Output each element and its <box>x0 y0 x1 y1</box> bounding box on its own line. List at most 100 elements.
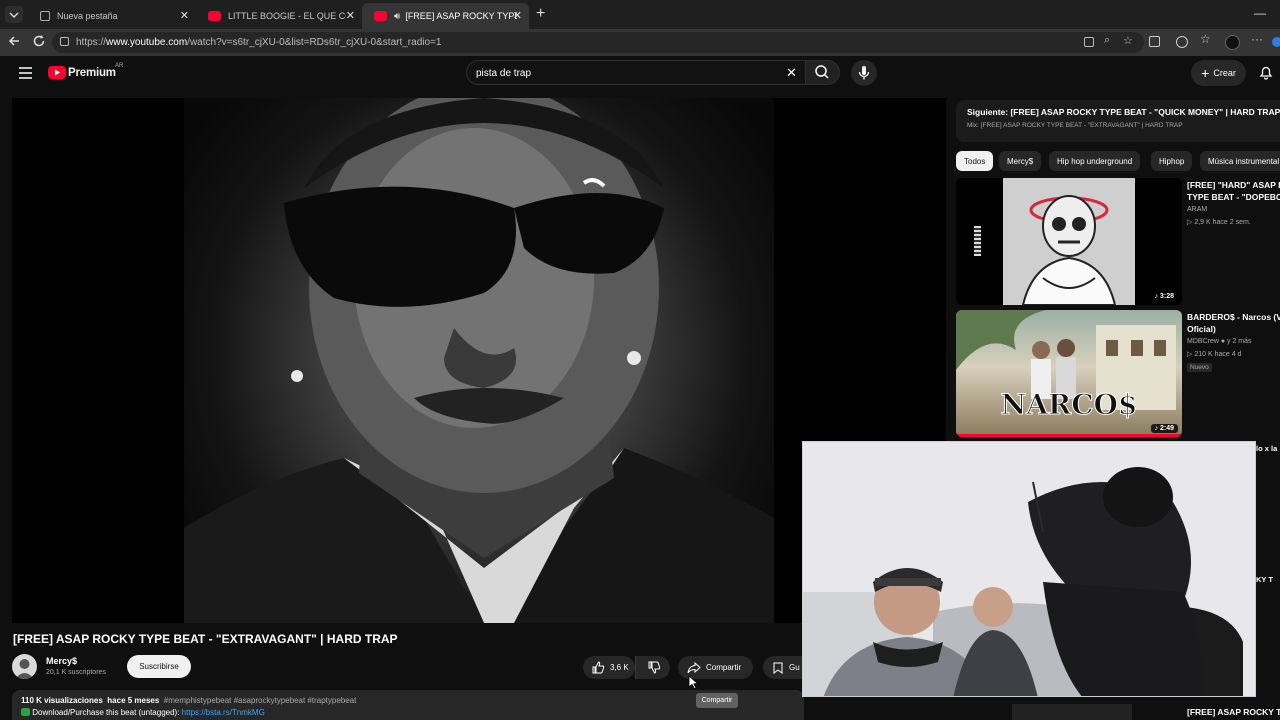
reload-icon[interactable] <box>32 34 46 48</box>
recommended-channel[interactable]: MDBCrew ● y 2 más <box>1187 338 1252 345</box>
search-button[interactable] <box>805 60 840 85</box>
recommended-title-partial[interactable]: [FREE] ASAP ROCKY TY <box>1187 706 1280 718</box>
chip-todos[interactable]: Todos <box>956 151 994 171</box>
video-description[interactable]: 110 K visualizaciones hace 5 meses #memp… <box>12 690 804 720</box>
recommended-title-partial[interactable]: KY T <box>1256 574 1273 586</box>
checkmark-icon <box>21 708 30 716</box>
tab-new-tab[interactable]: Nueva pestaña ✕ <box>28 3 196 29</box>
speaker-icon[interactable]: 🔊︎ <box>394 11 400 22</box>
view-count: 110 K visualizaciones <box>21 696 103 705</box>
thumbs-up-icon <box>592 661 605 674</box>
chip-musica-instrumental[interactable]: Música instrumental <box>1200 151 1280 171</box>
duration-badge: ♪ 3:28 <box>1150 292 1178 301</box>
youtube-icon <box>374 11 387 21</box>
new-badge: Nuevo <box>1187 363 1212 372</box>
search-input[interactable]: pista de trap <box>466 60 805 85</box>
subscriber-count: 20,1 K suscriptores <box>46 669 106 676</box>
like-button[interactable]: 3,6 K <box>583 656 635 679</box>
thumbs-down-icon <box>648 661 661 674</box>
channel-avatar[interactable] <box>12 654 37 679</box>
video-still-portrait <box>184 98 774 623</box>
minimize-icon[interactable]: — <box>1254 6 1266 20</box>
close-icon[interactable]: ✕ <box>513 9 522 22</box>
browser-essentials-icon[interactable] <box>1176 36 1188 48</box>
profile-avatar[interactable] <box>1225 35 1240 50</box>
title-line: TYPE BEAT - "DOPEBOY" <box>1187 192 1280 202</box>
microphone-icon <box>858 66 870 80</box>
video-frame[interactable] <box>184 98 774 623</box>
clear-search-icon[interactable]: ✕ <box>786 65 797 81</box>
download-text: Download/Purchase this beat (untagged): <box>32 708 182 717</box>
description-download-row: Download/Purchase this beat (untagged): … <box>21 708 804 717</box>
chip-mercys[interactable]: Mercy$ <box>999 151 1042 171</box>
recommended-stats: ▷ 210 K hace 4 d <box>1187 351 1242 358</box>
skull-artwork <box>1003 178 1135 305</box>
favorite-star-icon[interactable]: ☆ <box>1123 34 1133 47</box>
channel-name[interactable]: Mercy$ <box>46 656 77 666</box>
recommended-title[interactable]: [FREE] "HARD" ASAP ROCKY TYPE BEAT - "DO… <box>1187 179 1280 203</box>
favorites-icon[interactable]: ☆ <box>1200 32 1211 46</box>
channel-extra: y 2 más <box>1227 338 1252 345</box>
create-label: Crear <box>1213 68 1236 78</box>
logo-text: Premium <box>68 66 116 79</box>
dislike-button[interactable] <box>635 656 670 679</box>
share-tooltip: Compartir <box>696 693 738 708</box>
duration-text: 2:49 <box>1159 425 1174 432</box>
close-icon[interactable]: ✕ <box>346 9 355 22</box>
download-link[interactable]: https://bsta.rs/TnmkMG <box>182 708 265 717</box>
save-button[interactable]: Gu <box>763 656 804 679</box>
region-code: AR <box>115 63 124 69</box>
chip-hip-hop-underground[interactable]: Hip hop underground <box>1049 151 1141 171</box>
webcam-scene <box>803 442 1255 696</box>
browser-toolbar: https://www.youtube.com/watch?v=s6tr_cjX… <box>0 29 1280 56</box>
recommended-thumbnail[interactable]: NARCO$ ♪ 2:49 <box>956 310 1182 437</box>
subscribe-button[interactable]: Suscribirse <box>127 655 191 678</box>
youtube-logo[interactable]: Premium <box>48 66 116 79</box>
tab-title: LITTLE BOOGIE - EL QUE COMPRA <box>228 11 346 21</box>
stats-text: 2,9 K hace 2 sem. <box>1194 219 1251 226</box>
duration-badge: ♪ 2:49 <box>1150 424 1178 433</box>
chip-hiphop[interactable]: Hiphop <box>1151 151 1193 171</box>
tab-page-icon <box>40 11 50 21</box>
site-info-icon[interactable] <box>60 37 69 46</box>
youtube-play-icon <box>48 66 66 79</box>
tab-asap-rocky[interactable]: 🔊︎ [FREE] ASAP ROCKY TYPE BEAT ✕ <box>362 3 529 29</box>
up-next-card[interactable]: Siguiente: [FREE] ASAP ROCKY TYPE BEAT -… <box>956 100 1280 142</box>
title-line: BARDERO$ - Narcos (Video <box>1187 312 1280 322</box>
new-tab-button[interactable]: + <box>536 5 545 23</box>
tab-little-boogie[interactable]: LITTLE BOOGIE - EL QUE COMPRA ✕ <box>196 3 362 29</box>
url-prefix: https:// <box>76 37 107 48</box>
hashtags[interactable]: #memphistypebeat #asaprockytypebeat #tra… <box>164 696 357 705</box>
upload-age: hace 5 meses <box>107 696 160 705</box>
share-label: Compartir <box>706 663 742 672</box>
notifications-bell-icon[interactable] <box>1259 65 1273 80</box>
more-options-icon[interactable]: ··· <box>1251 32 1263 46</box>
zoom-icon[interactable]: ⌕ <box>1104 34 1110 47</box>
voice-search-button[interactable] <box>851 60 877 86</box>
youtube-icon <box>208 11 221 21</box>
stats-text: 210 K hace 4 d <box>1194 351 1242 358</box>
back-arrow-icon[interactable] <box>7 34 21 48</box>
extensions-icon[interactable] <box>1149 36 1160 47</box>
narcos-artwork: NARCO$ <box>956 310 1176 422</box>
create-button[interactable]: + Crear <box>1191 60 1246 86</box>
copilot-icon[interactable] <box>1272 37 1280 47</box>
close-icon[interactable]: ✕ <box>180 9 189 22</box>
recommended-thumbnail-partial[interactable] <box>1012 704 1132 720</box>
tab-list-icon[interactable] <box>5 6 23 23</box>
svg-text:NARCO$: NARCO$ <box>1001 388 1138 421</box>
hamburger-menu-icon[interactable] <box>19 67 33 79</box>
plus-icon: + <box>1201 65 1210 81</box>
recommended-channel[interactable]: ARAM <box>1187 206 1207 213</box>
recommended-thumbnail[interactable]: ♪ 3:28 <box>956 178 1182 305</box>
title-line: Oficial) <box>1187 324 1216 334</box>
tab-title: Nueva pestaña <box>57 11 118 21</box>
address-bar[interactable]: https://www.youtube.com/watch?v=s6tr_cjX… <box>52 32 1144 53</box>
video-title: [FREE] ASAP ROCKY TYPE BEAT - "EXTRAVAGA… <box>13 632 398 646</box>
recommended-title[interactable]: BARDERO$ - Narcos (Video Oficial) <box>1187 311 1280 335</box>
app-available-icon[interactable] <box>1084 37 1094 47</box>
up-next-mix: Mix: [FREE] ASAP ROCKY TYPE BEAT - "EXTR… <box>967 122 1183 129</box>
recommended-stats: ▷ 2,9 K hace 2 sem. <box>1187 219 1251 226</box>
recommended-title-partial[interactable]: lo x la <box>1256 443 1277 455</box>
tab-title: [FREE] ASAP ROCKY TYPE BEAT <box>405 11 517 21</box>
